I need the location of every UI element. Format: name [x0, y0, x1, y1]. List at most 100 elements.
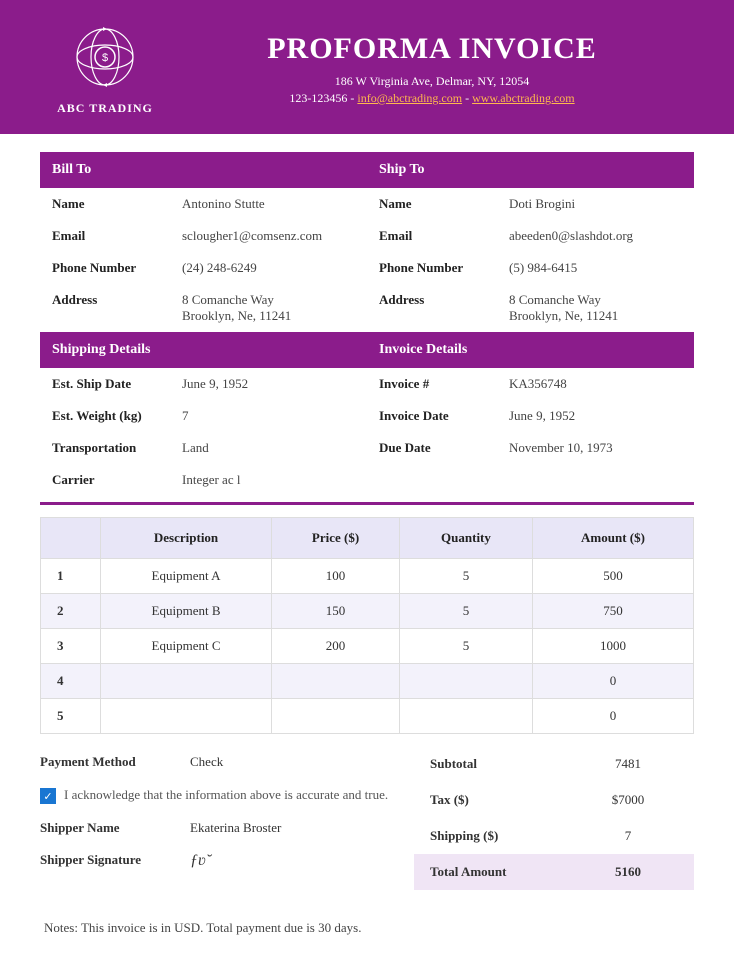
shipper-signature-label: Shipper Signature	[40, 852, 190, 870]
billto-email-label: Email	[52, 228, 182, 244]
table-row: 5 0	[41, 699, 694, 734]
shipper-signature-value: ƒʋ˘	[190, 852, 211, 870]
company-email-link[interactable]: info@abctrading.com	[357, 91, 462, 105]
invoice-header: $ ABC TRADING PROFORMA INVOICE 186 W Vir…	[0, 0, 734, 134]
row-index: 4	[41, 664, 101, 699]
billto-email-value: sclougher1@comsenz.com	[182, 228, 355, 244]
row-price: 200	[272, 629, 400, 664]
col-description: Description	[101, 518, 272, 559]
row-amount: 1000	[532, 629, 693, 664]
row-amount: 0	[532, 699, 693, 734]
billto-name-label: Name	[52, 196, 182, 212]
invoice-num-label: Invoice #	[379, 376, 509, 392]
row-quantity: 5	[399, 629, 532, 664]
row-price: 100	[272, 559, 400, 594]
totals-block: Subtotal7481 Tax ($)$7000 Shipping ($)7 …	[414, 746, 694, 890]
shipping-label: Shipping ($)	[430, 828, 578, 844]
payment-method-label: Payment Method	[40, 754, 190, 770]
shipto-phone-label: Phone Number	[379, 260, 509, 276]
ship-date-label: Est. Ship Date	[52, 376, 182, 392]
transport-value: Land	[182, 440, 355, 456]
table-row: 2 Equipment B 150 5 750	[41, 594, 694, 629]
weight-value: 7	[182, 408, 355, 424]
billto-name-value: Antonino Stutte	[182, 196, 355, 212]
shipto-name-value: Doti Brogini	[509, 196, 682, 212]
subtotal-value: 7481	[578, 756, 678, 772]
ship-to-column: NameDoti Brogini Emailabeeden0@slashdot.…	[367, 188, 694, 332]
invoice-notes: Notes: This invoice is in USD. Total pay…	[40, 920, 694, 936]
invoice-details-column: Invoice #KA356748 Invoice DateJune 9, 19…	[367, 368, 694, 496]
total-label: Total Amount	[430, 864, 578, 880]
row-index: 1	[41, 559, 101, 594]
col-index	[41, 518, 101, 559]
section-divider	[40, 502, 694, 505]
shipping-details-column: Est. Ship DateJune 9, 1952 Est. Weight (…	[40, 368, 367, 496]
carrier-value: Integer ac l	[182, 472, 355, 488]
table-row: 3 Equipment C 200 5 1000	[41, 629, 694, 664]
billto-shipto-header: Bill To Ship To	[40, 152, 694, 188]
subtotal-label: Subtotal	[430, 756, 578, 772]
shipper-name-label: Shipper Name	[40, 820, 190, 836]
col-price: Price ($)	[272, 518, 400, 559]
row-amount: 500	[532, 559, 693, 594]
shipto-address-value: 8 Comanche WayBrooklyn, Ne, 11241	[509, 292, 682, 324]
bill-to-header: Bill To	[40, 152, 367, 188]
shipto-address-label: Address	[379, 292, 509, 324]
row-quantity: 5	[399, 594, 532, 629]
row-description: Equipment B	[101, 594, 272, 629]
shipto-name-label: Name	[379, 196, 509, 212]
row-quantity: 5	[399, 559, 532, 594]
invoice-title: PROFORMA INVOICE	[170, 32, 694, 66]
ship-date-value: June 9, 1952	[182, 376, 355, 392]
col-quantity: Quantity	[399, 518, 532, 559]
shipping-details-header: Shipping Details	[40, 332, 367, 368]
company-name: ABC TRADING	[40, 101, 170, 116]
shipping-value: 7	[578, 828, 678, 844]
weight-label: Est. Weight (kg)	[52, 408, 182, 424]
header-text-block: PROFORMA INVOICE 186 W Virginia Ave, Del…	[170, 32, 694, 106]
acknowledge-text: I acknowledge that the information above…	[64, 786, 388, 804]
row-description: Equipment C	[101, 629, 272, 664]
company-logo-block: $ ABC TRADING	[40, 22, 170, 116]
bill-to-column: NameAntonino Stutte Emailsclougher1@coms…	[40, 188, 367, 332]
row-description: Equipment A	[101, 559, 272, 594]
payment-signature-block: Payment MethodCheck ✓ I acknowledge that…	[40, 746, 414, 890]
invoice-date-value: June 9, 1952	[509, 408, 682, 424]
invoice-num-value: KA356748	[509, 376, 682, 392]
svg-text:$: $	[102, 52, 108, 64]
globe-dollar-icon: $	[70, 22, 140, 92]
company-phone: 123-123456	[289, 91, 347, 105]
billto-phone-label: Phone Number	[52, 260, 182, 276]
shipto-phone-value: (5) 984-6415	[509, 260, 682, 276]
ship-to-header: Ship To	[367, 152, 694, 188]
billto-address-label: Address	[52, 292, 182, 324]
tax-label: Tax ($)	[430, 792, 578, 808]
company-address: 186 W Virginia Ave, Delmar, NY, 12054	[170, 74, 694, 89]
row-index: 3	[41, 629, 101, 664]
table-row: 1 Equipment A 100 5 500	[41, 559, 694, 594]
total-value: 5160	[578, 864, 678, 880]
row-quantity	[399, 699, 532, 734]
line-items-table: Description Price ($) Quantity Amount ($…	[40, 517, 694, 734]
row-price	[272, 664, 400, 699]
shipto-email-value: abeeden0@slashdot.org	[509, 228, 682, 244]
payment-method-value: Check	[190, 754, 223, 770]
tax-value: $7000	[578, 792, 678, 808]
row-quantity	[399, 664, 532, 699]
invoice-date-label: Invoice Date	[379, 408, 509, 424]
shipper-name-value: Ekaterina Broster	[190, 820, 281, 836]
billto-address-value: 8 Comanche WayBrooklyn, Ne, 11241	[182, 292, 355, 324]
invoice-details-header: Invoice Details	[367, 332, 694, 368]
due-date-value: November 10, 1973	[509, 440, 682, 456]
table-row: 4 0	[41, 664, 694, 699]
row-index: 2	[41, 594, 101, 629]
transport-label: Transportation	[52, 440, 182, 456]
acknowledge-checkbox[interactable]: ✓	[40, 788, 56, 804]
due-date-label: Due Date	[379, 440, 509, 456]
row-index: 5	[41, 699, 101, 734]
row-amount: 0	[532, 664, 693, 699]
shipping-invoice-header: Shipping Details Invoice Details	[40, 332, 694, 368]
shipto-email-label: Email	[379, 228, 509, 244]
company-website-link[interactable]: www.abctrading.com	[472, 91, 575, 105]
carrier-label: Carrier	[52, 472, 182, 488]
